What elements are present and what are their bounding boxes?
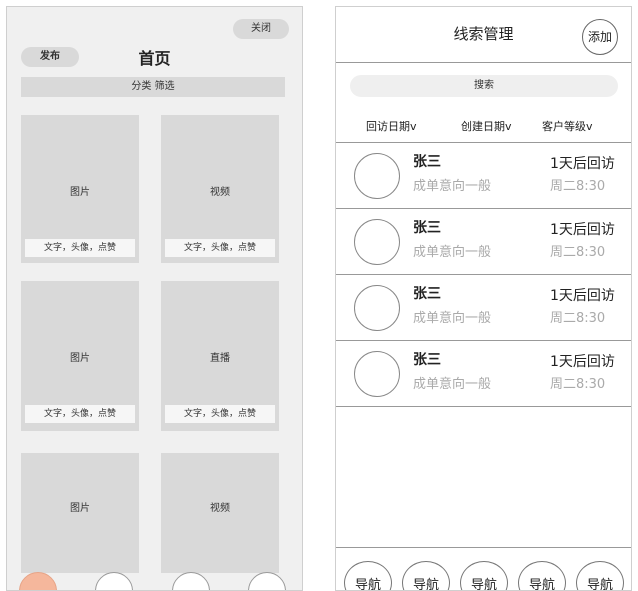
avatar: [354, 351, 400, 397]
avatar: [354, 153, 400, 199]
lead-intent: 成单意向一般: [413, 311, 492, 326]
nav-tab[interactable]: [95, 572, 133, 590]
avatar: [354, 285, 400, 331]
lead-time: 周二8:30: [550, 179, 606, 194]
lead-time: 周二8:30: [550, 245, 606, 260]
card-info: 文字，头像，点赞: [165, 239, 275, 257]
card-info: 文字，头像，点赞: [25, 405, 135, 423]
avatar: [354, 219, 400, 265]
lead-intent: 成单意向一般: [413, 179, 492, 194]
page-title: 线索管理: [453, 25, 514, 43]
lead-followup: 1天后回访: [550, 354, 615, 370]
nav-tab[interactable]: [172, 572, 210, 590]
category-filter-bar[interactable]: 分类 筛选: [21, 77, 285, 97]
feed-card[interactable]: 图片: [21, 453, 139, 573]
card-title: 视频: [210, 187, 230, 198]
lead-followup: 1天后回访: [550, 222, 615, 238]
feed-card[interactable]: 视频 文字，头像，点赞: [161, 115, 279, 263]
search-input[interactable]: 搜索: [350, 75, 618, 97]
nav-tab[interactable]: 导航: [344, 561, 392, 590]
feed-card[interactable]: 视频: [161, 453, 279, 573]
filter-customer-level[interactable]: 客户等级v: [542, 118, 593, 134]
lead-time: 周二8:30: [550, 311, 606, 326]
lead-name: 张三: [413, 286, 441, 302]
lead-name: 张三: [413, 154, 441, 170]
nav-tab-home[interactable]: [19, 572, 57, 590]
card-title: 图片: [70, 353, 90, 364]
lead-name: 张三: [413, 352, 441, 368]
leads-screen: 线索管理 添加 搜索 回访日期v 创建日期v 客户等级v 张三 成单意向一般 1…: [335, 6, 632, 591]
filter-visit-date[interactable]: 回访日期v: [366, 118, 417, 134]
nav-tab[interactable]: 导航: [576, 561, 624, 590]
lead-time: 周二8:30: [550, 377, 606, 392]
nav-tab[interactable]: 导航: [518, 561, 566, 590]
feed-card[interactable]: 直播 文字，头像，点赞: [161, 281, 279, 431]
lead-followup: 1天后回访: [550, 288, 615, 304]
lead-item[interactable]: 张三 成单意向一般 1天后回访 周二8:30: [336, 209, 631, 275]
feed-card[interactable]: 图片 文字，头像，点赞: [21, 281, 139, 431]
lead-intent: 成单意向一般: [413, 377, 492, 392]
nav-tab[interactable]: [248, 572, 286, 590]
lead-intent: 成单意向一般: [413, 245, 492, 260]
card-title: 图片: [70, 187, 90, 198]
lead-name: 张三: [413, 220, 441, 236]
card-title: 图片: [70, 503, 90, 514]
card-info: 文字，头像，点赞: [165, 405, 275, 423]
page-title: 首页: [138, 49, 171, 68]
close-button[interactable]: 关闭: [233, 19, 289, 39]
filter-created-date[interactable]: 创建日期v: [461, 118, 512, 134]
lead-item[interactable]: 张三 成单意向一般 1天后回访 周二8:30: [336, 143, 631, 209]
nav-tab[interactable]: 导航: [402, 561, 450, 590]
feed-card[interactable]: 图片 文字，头像，点赞: [21, 115, 139, 263]
add-button[interactable]: 添加: [582, 19, 618, 55]
card-title: 直播: [210, 353, 230, 364]
filter-row: 回访日期v 创建日期v 客户等级v: [336, 111, 631, 143]
lead-item[interactable]: 张三 成单意向一般 1天后回访 周二8:30: [336, 341, 631, 407]
header: 线索管理 添加: [336, 7, 631, 63]
publish-button[interactable]: 发布: [21, 47, 79, 67]
nav-tab[interactable]: 导航: [460, 561, 508, 590]
lead-item[interactable]: 张三 成单意向一般 1天后回访 周二8:30: [336, 275, 631, 341]
bottom-divider: [336, 547, 631, 548]
card-title: 视频: [210, 503, 230, 514]
home-screen: 关闭 发布 首页 分类 筛选 图片 文字，头像，点赞 视频 文字，头像，点赞 图…: [6, 6, 303, 591]
card-info: 文字，头像，点赞: [25, 239, 135, 257]
lead-followup: 1天后回访: [550, 156, 615, 172]
